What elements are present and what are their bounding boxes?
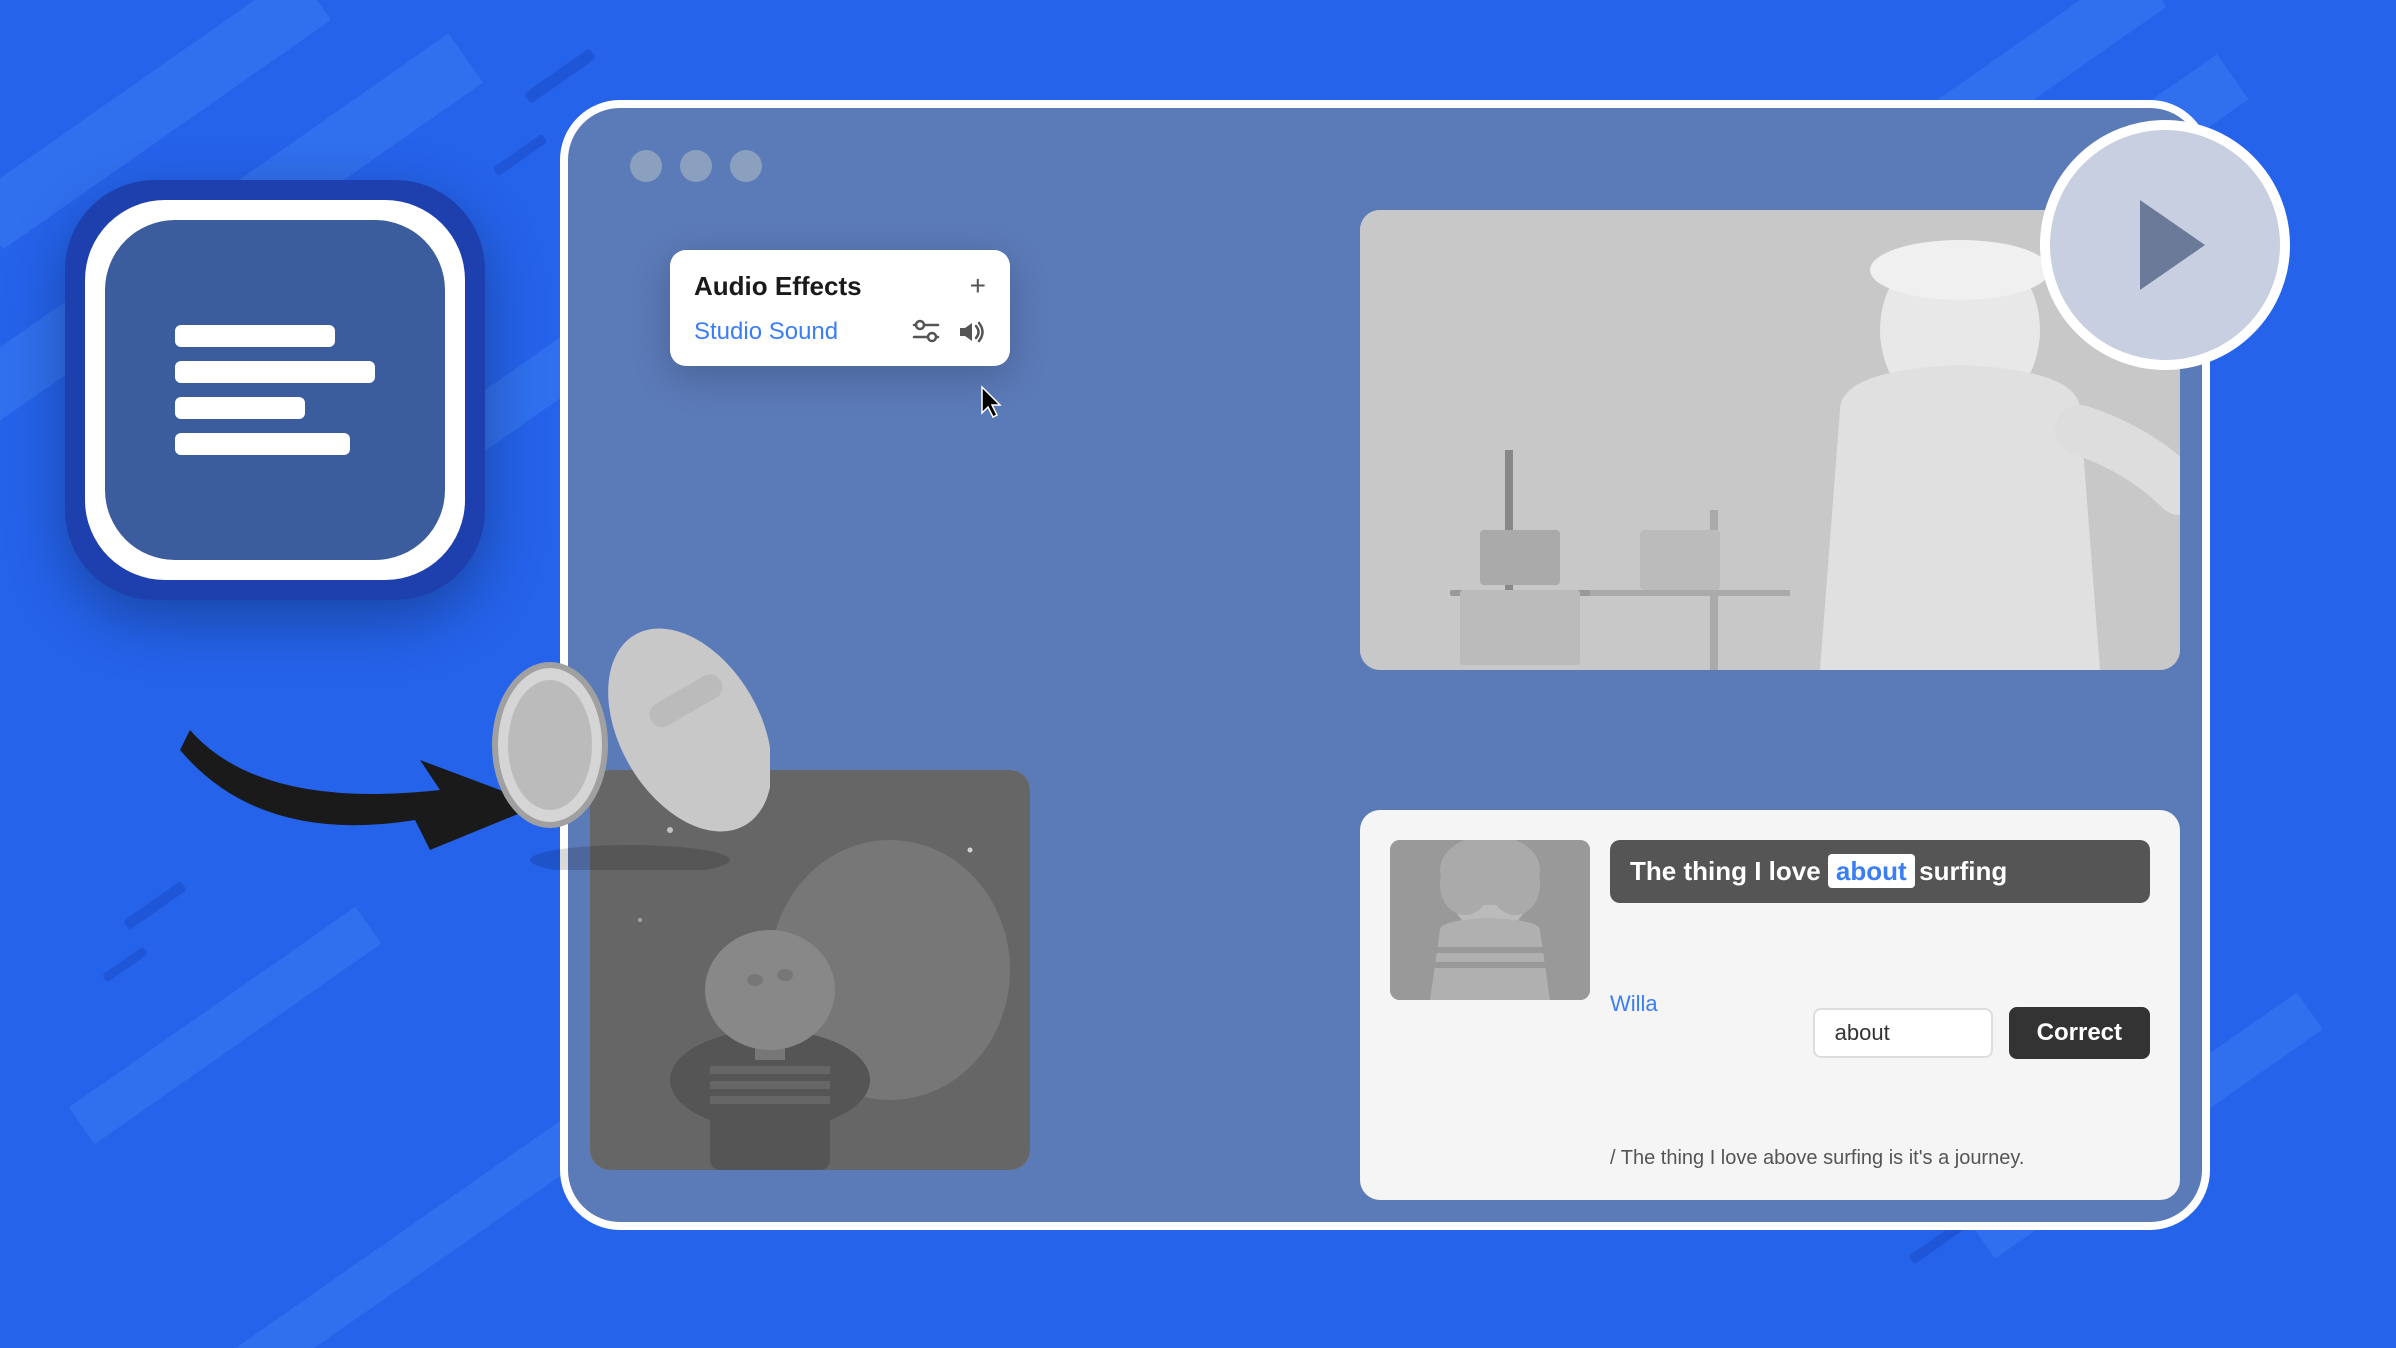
subtitle-text-after: surfing xyxy=(1919,856,2007,886)
correct-button[interactable]: Correct xyxy=(2009,1007,2150,1059)
transcript-line: / The thing I love above surfing is it's… xyxy=(1610,1147,2150,1170)
speaker-icon[interactable] xyxy=(954,318,986,346)
megaphone-svg xyxy=(490,590,770,870)
dec-dash xyxy=(524,48,596,104)
transcript-content: The thing I love about surfing Willa abo… xyxy=(1390,840,2150,1170)
audio-effects-title: Audio Effects xyxy=(694,271,862,302)
logo-lines xyxy=(175,325,375,455)
correction-input[interactable]: about xyxy=(1813,1008,1993,1058)
transcript-panel: The thing I love about surfing Willa abo… xyxy=(1360,810,2180,1200)
mouse-cursor xyxy=(980,385,1010,421)
transcript-text-area: The thing I love about surfing Willa abo… xyxy=(1610,840,2150,1170)
bg-stripe xyxy=(69,907,382,1145)
traffic-lights xyxy=(630,150,762,182)
transcript-video-thumb xyxy=(1390,840,1590,1000)
subtitle-bar: The thing I love about surfing xyxy=(1610,840,2150,903)
logo-line-1 xyxy=(175,325,335,347)
sliders-icon[interactable] xyxy=(910,318,942,346)
traffic-light-fullscreen xyxy=(730,150,762,182)
play-button-circle[interactable] xyxy=(2040,120,2290,370)
popup-header: Audio Effects + xyxy=(694,270,986,302)
app-icon-outer xyxy=(65,180,485,600)
traffic-light-minimize xyxy=(680,150,712,182)
subtitle-text-before: The thing I love xyxy=(1630,856,1828,886)
dec-dash xyxy=(102,946,148,982)
woman-thumb-svg xyxy=(1390,840,1590,1000)
dec-dash xyxy=(493,134,548,177)
speaker-name: Willa xyxy=(1610,991,1658,1017)
main-screen: Audio Effects + Studio Sound xyxy=(560,100,2210,1230)
traffic-light-close xyxy=(630,150,662,182)
cursor-svg xyxy=(980,385,1010,421)
add-effect-button[interactable]: + xyxy=(970,270,986,302)
audio-effects-popup: Audio Effects + Studio Sound xyxy=(670,250,1010,366)
speaker-correction-row: Willa about Correct xyxy=(1610,991,2150,1059)
subtitle-highlight: about xyxy=(1828,854,1915,888)
app-icon-inner xyxy=(105,220,445,560)
logo-line-2 xyxy=(175,361,375,383)
dec-dash xyxy=(123,881,187,930)
studio-sound-item[interactable]: Studio Sound xyxy=(694,318,986,346)
logo-line-3 xyxy=(175,397,305,419)
correction-row: about Correct xyxy=(1813,1007,2150,1059)
screen-content: Audio Effects + Studio Sound xyxy=(590,210,2180,1200)
app-icon-white-ring xyxy=(85,200,465,580)
megaphone-3d xyxy=(490,590,770,870)
popup-item-icons xyxy=(910,318,986,346)
play-triangle-icon xyxy=(2140,200,2205,290)
studio-sound-label: Studio Sound xyxy=(694,318,838,346)
mic-stand-svg xyxy=(1420,450,1620,670)
logo-line-4 xyxy=(175,433,350,455)
app-icon-container xyxy=(65,180,485,600)
